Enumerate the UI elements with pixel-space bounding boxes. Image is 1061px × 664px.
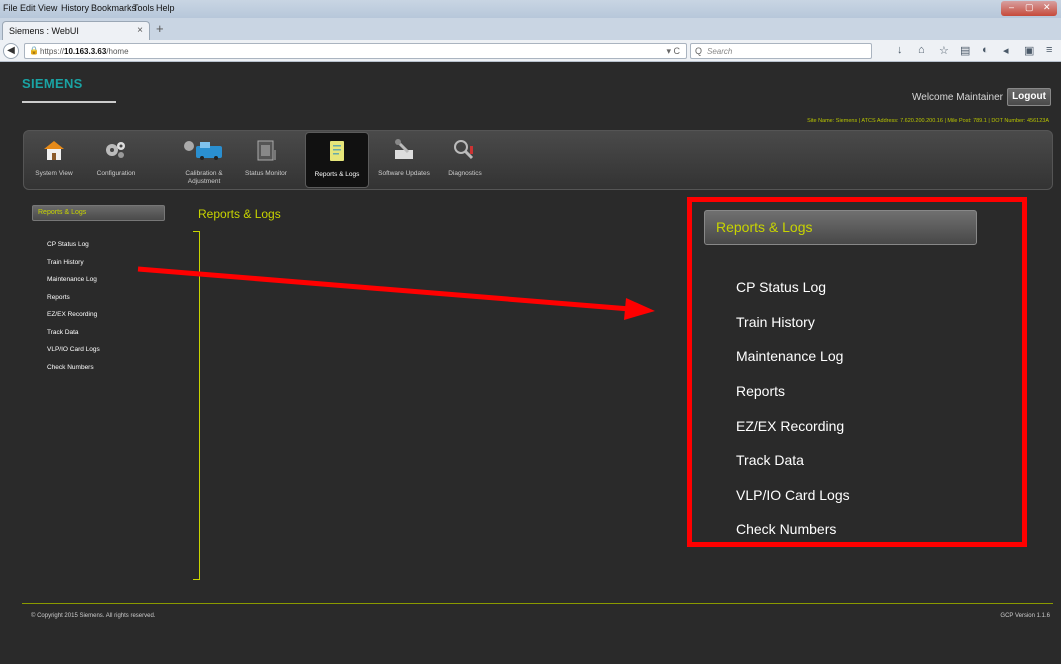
callout-item-check-numbers[interactable]: Check Numbers	[736, 521, 836, 537]
version-text: GCP Version 1.1.6	[1000, 613, 1050, 619]
callout-header: Reports & Logs	[704, 210, 977, 245]
footer-divider	[22, 603, 1053, 604]
callout-item-cp-status-log[interactable]: CP Status Log	[736, 279, 826, 295]
callout-item-maintenance-log[interactable]: Maintenance Log	[736, 348, 843, 364]
copyright-text: © Copyright 2015 Siemens. All rights res…	[31, 613, 156, 619]
callout-item-track-data[interactable]: Track Data	[736, 452, 804, 468]
callout-item-ezex-recording[interactable]: EZ/EX Recording	[736, 418, 844, 434]
callout-item-reports[interactable]: Reports	[736, 383, 785, 399]
callout-item-train-history[interactable]: Train History	[736, 314, 815, 330]
callout-item-vlp-io-card-logs[interactable]: VLP/IO Card Logs	[736, 487, 850, 503]
